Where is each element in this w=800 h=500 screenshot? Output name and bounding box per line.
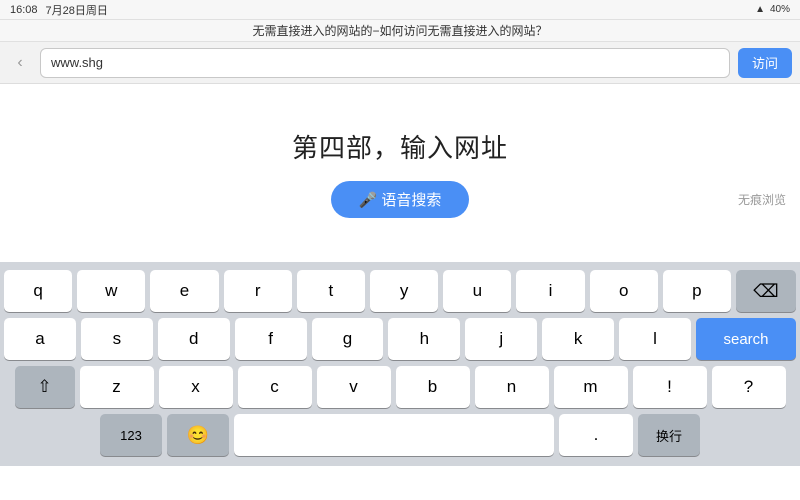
keyboard-row-1: q w e r t y u i o p ⌫ <box>4 270 796 312</box>
main-heading: 第四部，输入网址 <box>292 128 508 165</box>
key-period[interactable]: . <box>559 414 633 456</box>
voice-search-button[interactable]: 🎤 语音搜索 <box>331 181 470 218</box>
key-l[interactable]: l <box>619 318 691 360</box>
page-title-bar: 无需直接进入的网站的−如何访问无需直接进入的网站？ <box>0 20 800 42</box>
page-title-text: 无需直接进入的网站的−如何访问无需直接进入的网站？ <box>252 24 547 38</box>
key-f[interactable]: f <box>235 318 307 360</box>
keyboard: q w e r t y u i o p ⌫ a s d f g h j k l … <box>0 262 800 466</box>
key-x[interactable]: x <box>159 366 233 408</box>
incognito-label: 无痕浏览 <box>738 191 786 208</box>
key-u[interactable]: u <box>443 270 511 312</box>
visit-button[interactable]: 访问 <box>738 48 792 78</box>
toolbar-row: 🎤 语音搜索 无痕浏览 <box>0 181 800 218</box>
backspace-key[interactable]: ⌫ <box>736 270 796 312</box>
main-content: 第四部，输入网址 🎤 语音搜索 无痕浏览 <box>0 84 800 262</box>
key-k[interactable]: k <box>542 318 614 360</box>
key-exclamation[interactable]: ! <box>633 366 707 408</box>
key-j[interactable]: j <box>465 318 537 360</box>
status-date: 7月28日周日 <box>46 2 108 18</box>
key-m[interactable]: m <box>554 366 628 408</box>
key-q[interactable]: q <box>4 270 72 312</box>
key-question[interactable]: ? <box>712 366 786 408</box>
browser-bar: ‹ 访问 <box>0 42 800 84</box>
key-v[interactable]: v <box>317 366 391 408</box>
return-key[interactable]: 换行 <box>638 414 700 456</box>
status-time: 16:08 <box>10 4 38 16</box>
numbers-key[interactable]: 123 <box>100 414 162 456</box>
battery-level: 40% <box>770 4 790 15</box>
key-y[interactable]: y <box>370 270 438 312</box>
key-b[interactable]: b <box>396 366 470 408</box>
key-o[interactable]: o <box>590 270 658 312</box>
shift-key[interactable]: ⇧ <box>15 366 75 408</box>
back-button[interactable]: ‹ <box>8 51 32 75</box>
key-n[interactable]: n <box>475 366 549 408</box>
url-input[interactable] <box>40 48 730 78</box>
wifi-icon: ▲ <box>755 4 765 15</box>
key-r[interactable]: r <box>224 270 292 312</box>
key-i[interactable]: i <box>516 270 584 312</box>
status-bar: 16:08 7月28日周日 ▲ 40% <box>0 0 800 20</box>
search-key[interactable]: search <box>696 318 796 360</box>
keyboard-row-2: a s d f g h j k l search <box>4 318 796 360</box>
key-g[interactable]: g <box>312 318 384 360</box>
key-d[interactable]: d <box>158 318 230 360</box>
emoji-key[interactable]: 😊 <box>167 414 229 456</box>
space-key[interactable] <box>234 414 554 456</box>
key-w[interactable]: w <box>77 270 145 312</box>
key-t[interactable]: t <box>297 270 365 312</box>
key-z[interactable]: z <box>80 366 154 408</box>
key-c[interactable]: c <box>238 366 312 408</box>
key-h[interactable]: h <box>388 318 460 360</box>
key-e[interactable]: e <box>150 270 218 312</box>
key-p[interactable]: p <box>663 270 731 312</box>
keyboard-row-4: 123 😊 . 换行 <box>4 414 796 456</box>
key-a[interactable]: a <box>4 318 76 360</box>
key-s[interactable]: s <box>81 318 153 360</box>
voice-search-label: 🎤 语音搜索 <box>359 189 442 210</box>
keyboard-row-3: ⇧ z x c v b n m ! ? <box>4 366 796 408</box>
